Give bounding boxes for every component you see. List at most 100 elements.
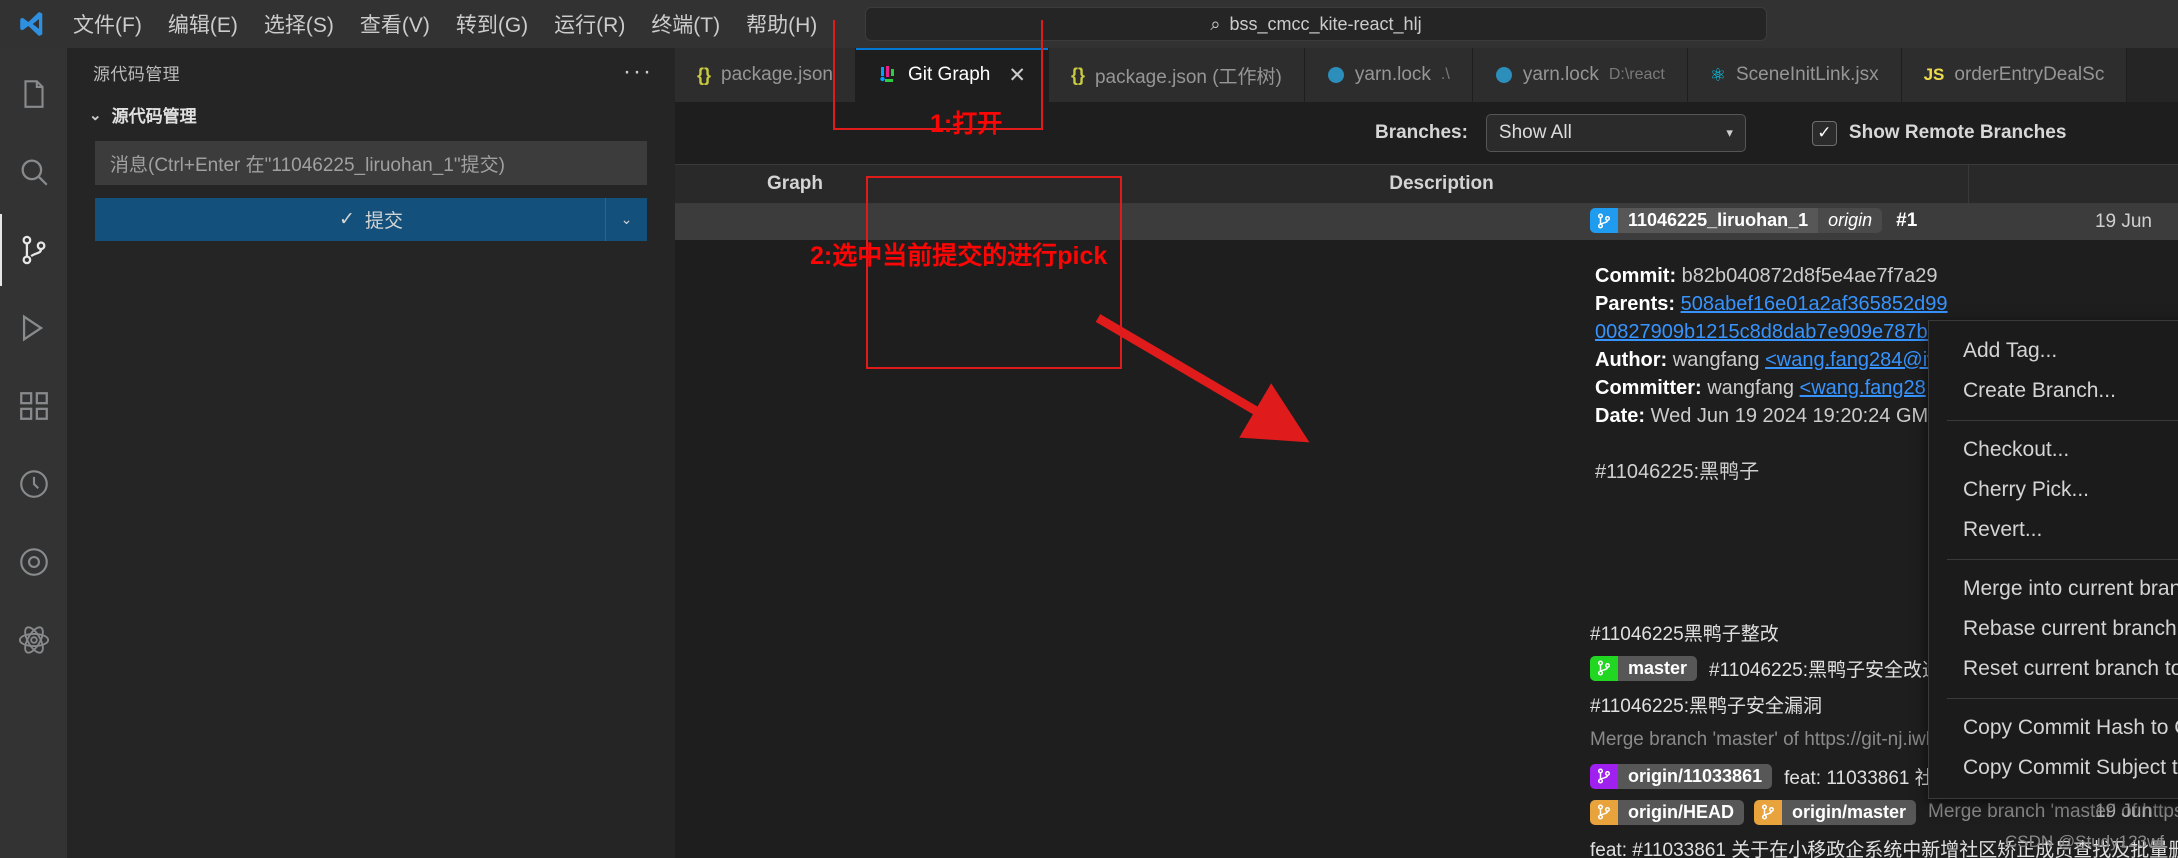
commit-subject: #11046225:黑鸭子安全漏洞 xyxy=(1590,695,1822,717)
context-menu-separator xyxy=(1947,420,2178,421)
activity-explorer[interactable] xyxy=(0,58,67,130)
commit-hash-value: b82b040872d8f5e4ae7f7a29 xyxy=(1681,265,1938,287)
ref-chip-origin-11033861[interactable]: origin/11033861 xyxy=(1590,763,1773,789)
activity-extensions[interactable] xyxy=(0,370,67,442)
title-bar: 文件(F) 编辑(E) 选择(S) 查看(V) 转到(G) 运行(R) 终端(T… xyxy=(0,0,2178,48)
branch-icon xyxy=(1590,799,1618,825)
commit-row[interactable]: origin/HEAD origin/master Merge branch '… xyxy=(675,794,2178,830)
more-actions-icon[interactable]: ··· xyxy=(623,58,653,86)
menu-bar[interactable]: 文件(F) 编辑(E) 选择(S) 查看(V) 转到(G) 运行(R) 终端(T… xyxy=(62,4,828,44)
selected-commit-date: 19 Jun xyxy=(2094,211,2152,232)
ref-label: origin/HEAD xyxy=(1618,799,1744,825)
command-center-input[interactable]: ⌕ bss_cmcc_kite-react_hlj xyxy=(865,7,1767,41)
tab-label: orderEntryDealSc xyxy=(1954,64,2105,85)
tab-label: yarn.lock xyxy=(1522,64,1599,85)
menu-terminal[interactable]: 终端(T) xyxy=(640,4,731,44)
branch-ref-origin: origin xyxy=(1818,208,1883,233)
vscode-logo-icon xyxy=(0,9,62,39)
parent-hash-2[interactable]: 00827909b1215c8d8dab7e909e787b0 xyxy=(1595,321,1939,343)
context-menu-add-tag[interactable]: Add Tag... xyxy=(1929,331,2178,371)
ref-chip-origin-master[interactable]: origin/master xyxy=(1754,799,1917,825)
tab-package-json[interactable]: {} package.json xyxy=(675,48,856,102)
menu-help[interactable]: 帮助(H) xyxy=(735,4,828,44)
column-header-description: Description xyxy=(1389,173,1494,194)
git-graph-controls: Branches: Show All ▾ ✓ Show Remote Branc… xyxy=(675,102,2178,164)
commit-date: 19 Jun xyxy=(2094,801,2152,822)
ref-chip-origin-head[interactable]: origin/HEAD xyxy=(1590,799,1744,825)
commit-message-input[interactable]: 消息(Ctrl+Enter 在"11046225_liruohan_1"提交) xyxy=(95,141,647,185)
tab-scene-init-link[interactable]: ⚛ SceneInitLink.jsx xyxy=(1687,48,1902,102)
yarn-file-icon xyxy=(1495,66,1513,84)
react-file-icon: ⚛ xyxy=(1709,64,1726,85)
commit-refs: master #11046225:黑鸭子安全改造 xyxy=(1590,655,1941,682)
ref-chip-master[interactable]: master xyxy=(1590,655,1698,681)
sidebar-header: 源代码管理 ··· xyxy=(67,48,675,96)
ref-label: master xyxy=(1618,655,1698,681)
context-menu-separator xyxy=(1947,559,2178,560)
activity-react[interactable] xyxy=(0,604,67,676)
commit-dropdown-icon[interactable]: ⌄ xyxy=(605,198,647,241)
tab-git-graph[interactable]: Git Graph ✕ xyxy=(855,48,1049,102)
editor-area: {} package.json Git Graph ✕ {} package.j… xyxy=(675,48,2178,858)
commit-context-menu[interactable]: Add Tag... Create Branch... Checkout... … xyxy=(1928,320,2178,799)
column-header-date xyxy=(1968,165,2178,203)
close-icon[interactable]: ✕ xyxy=(1008,63,1026,88)
tab-label: package.json (工作树) xyxy=(1094,66,1282,88)
committer-email[interactable]: <wang.fang28 xyxy=(1800,377,1926,399)
activity-run-debug[interactable] xyxy=(0,292,67,364)
commit-message-body: #11046225:黑鸭子 xyxy=(1595,461,1760,483)
commit-button[interactable]: ✓ 提交 ⌄ xyxy=(95,198,647,241)
sidebar-section-header[interactable]: ⌄ 源代码管理 xyxy=(67,96,675,133)
selected-commit-row[interactable]: 11046225_liruohan_1 origin #1 19 Jun xyxy=(675,204,2178,240)
context-menu-cherry-pick[interactable]: Cherry Pick... xyxy=(1929,470,2178,510)
commit-button-label: 提交 xyxy=(364,211,403,232)
activity-search[interactable] xyxy=(0,136,67,208)
commit-refs: origin/HEAD origin/master Merge branch '… xyxy=(1590,799,2178,825)
commit-date-value: Wed Jun 19 2024 19:20:24 GMT- xyxy=(1650,405,1946,427)
menu-selection[interactable]: 选择(S) xyxy=(253,4,345,44)
branches-select-value: Show All xyxy=(1498,122,1572,143)
menu-view[interactable]: 查看(V) xyxy=(349,4,441,44)
parents-label: Parents: xyxy=(1595,293,1676,315)
context-menu-rebase[interactable]: Rebase current branch on this Commit... xyxy=(1929,609,2178,649)
author-email[interactable]: <wang.fang284@iw xyxy=(1765,349,1942,371)
context-menu-create-branch[interactable]: Create Branch... xyxy=(1929,371,2178,411)
activity-source-control[interactable] xyxy=(0,214,67,286)
tab-label: Git Graph xyxy=(907,64,991,85)
activity-remote[interactable] xyxy=(0,526,67,598)
context-menu-checkout[interactable]: Checkout... xyxy=(1929,430,2178,470)
commit-date-label: Date: xyxy=(1595,405,1646,427)
tab-yarn-lock-2[interactable]: yarn.lock D:\react xyxy=(1472,48,1688,102)
context-menu-revert[interactable]: Revert... xyxy=(1929,510,2178,550)
context-menu-copy-subject[interactable]: Copy Commit Subject to Clipboard xyxy=(1929,748,2178,788)
git-graph-icon xyxy=(878,65,898,85)
activity-test[interactable] xyxy=(0,448,67,520)
show-remote-branches-checkbox[interactable]: ✓ Show Remote Branches xyxy=(1811,120,2067,146)
ref-label: origin/master xyxy=(1782,799,1917,825)
menu-run[interactable]: 运行(R) xyxy=(543,4,636,44)
branches-label: Branches: xyxy=(1375,122,1468,143)
commit-subject: #11046225黑鸭子整改 xyxy=(1590,623,1779,645)
branch-ref-chip[interactable]: 11046225_liruohan_1 origin xyxy=(1590,208,1883,233)
workbench-body: 源代码管理 ··· ⌄ 源代码管理 消息(Ctrl+Enter 在"110462… xyxy=(0,48,2178,858)
chevron-down-icon: ⌄ xyxy=(89,106,102,124)
sidebar-title: 源代码管理 xyxy=(93,64,180,84)
commit-row[interactable]: feat: #11033861 关于在小移政企系统中新增社区矫正成员查找及批量删… xyxy=(675,830,2178,858)
tab-package-json-worktree[interactable]: {} package.json (工作树) xyxy=(1048,48,1305,102)
search-icon: ⌕ xyxy=(1210,13,1221,34)
menu-go[interactable]: 转到(G) xyxy=(445,4,539,44)
commit-table-header: Graph Description xyxy=(675,164,2178,204)
menu-edit[interactable]: 编辑(E) xyxy=(157,4,249,44)
git-graph-view: Branches: Show All ▾ ✓ Show Remote Branc… xyxy=(675,102,2178,858)
context-menu-merge[interactable]: Merge into current branch... xyxy=(1929,569,2178,609)
tab-yarn-lock-1[interactable]: yarn.lock .\ xyxy=(1304,48,1473,102)
menu-file[interactable]: 文件(F) xyxy=(62,4,153,44)
show-remote-branches-label: Show Remote Branches xyxy=(1848,122,2067,143)
parent-hash-1[interactable]: 508abef16e01a2af365852d99 xyxy=(1681,293,1948,315)
tab-order-entry-deal[interactable]: JS orderEntryDealSc xyxy=(1901,48,2128,102)
context-menu-reset[interactable]: Reset current branch to this Commit... xyxy=(1929,649,2178,689)
checkbox-icon: ✓ xyxy=(1811,120,1837,146)
tab-sublabel: D:\react xyxy=(1608,66,1665,83)
context-menu-copy-hash[interactable]: Copy Commit Hash to Clipboard xyxy=(1929,708,2178,748)
branches-select[interactable]: Show All ▾ xyxy=(1485,114,1746,152)
